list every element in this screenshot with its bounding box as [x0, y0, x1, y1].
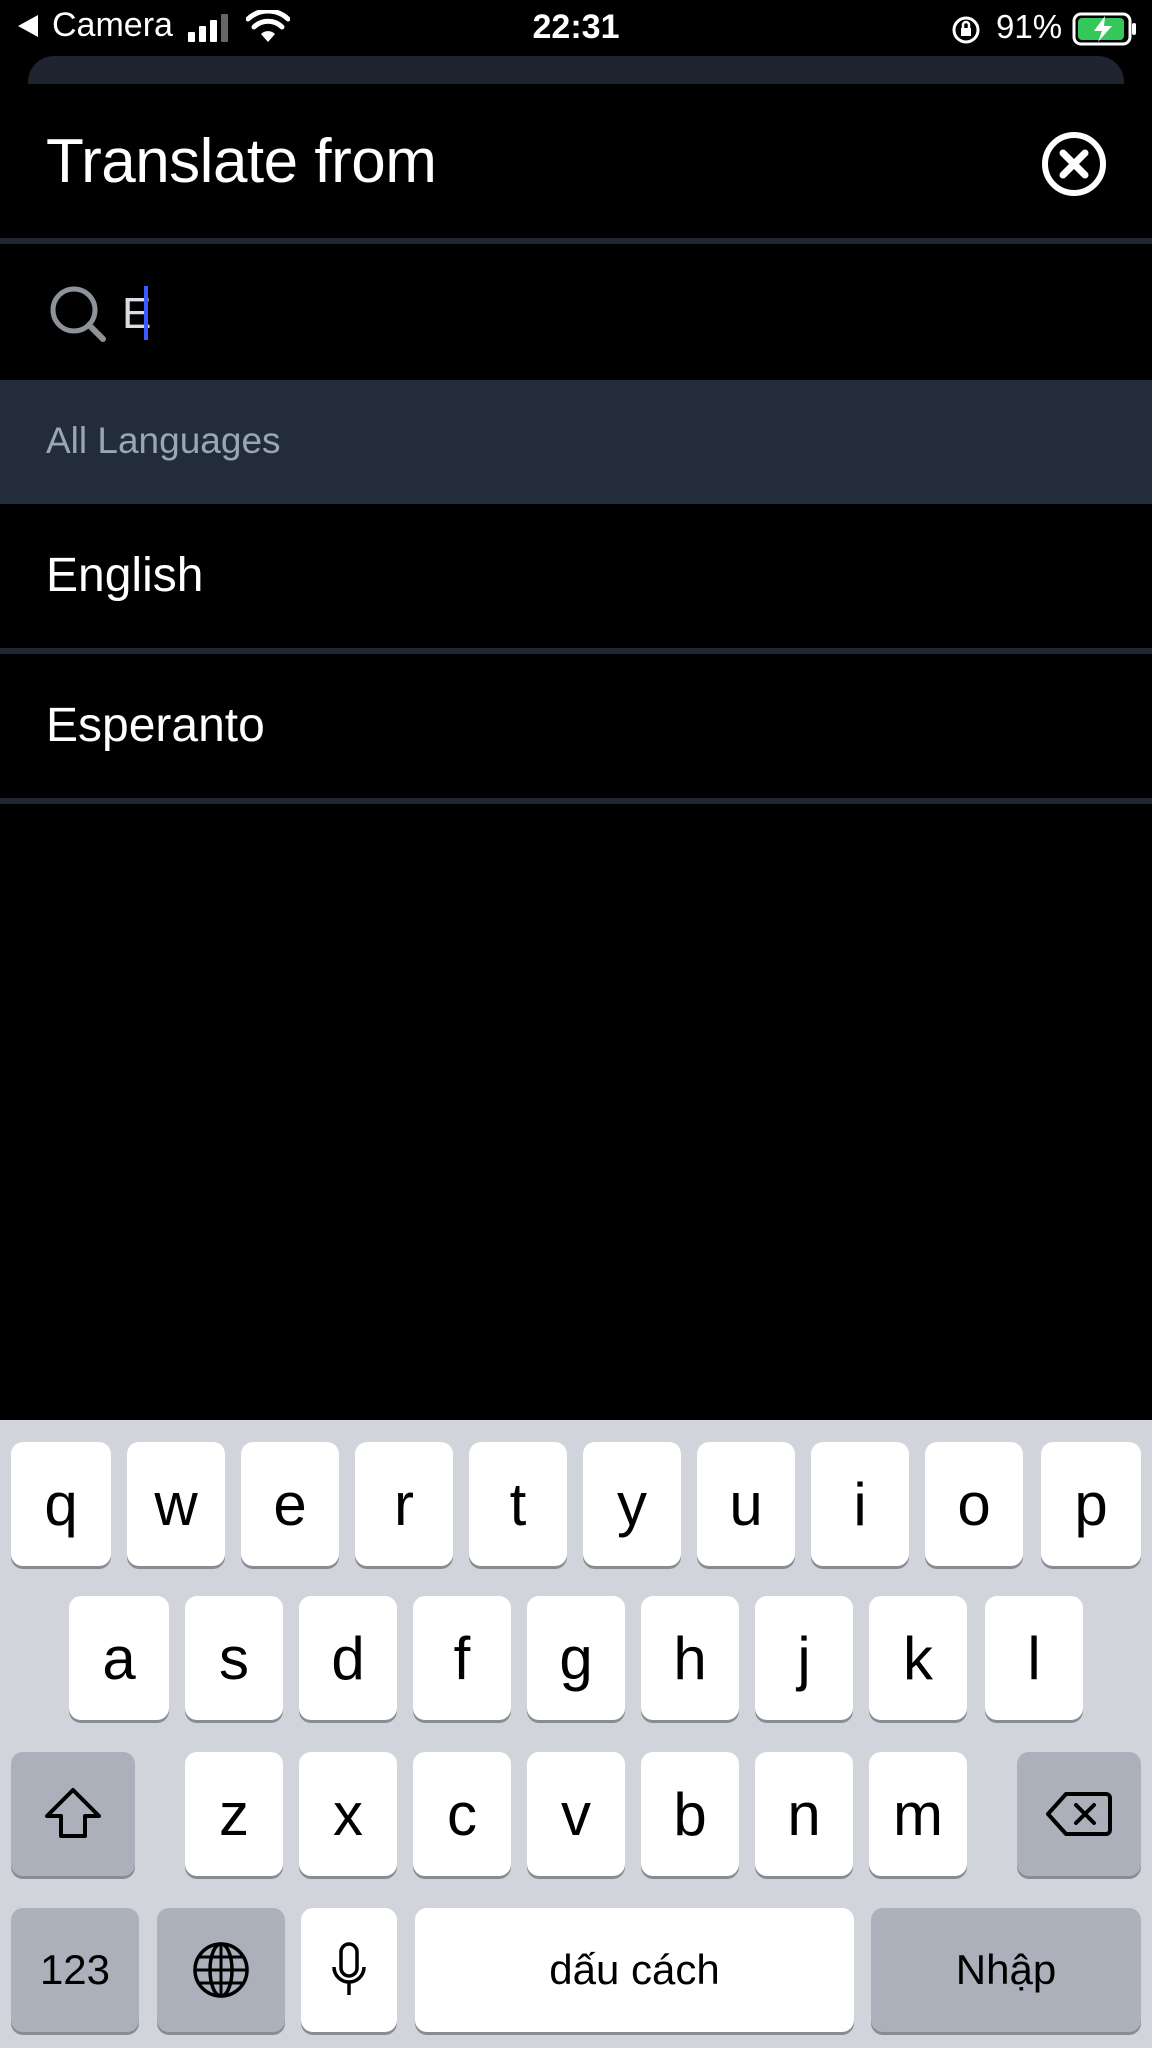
section-header-all-languages: All Languages [0, 380, 1152, 504]
key-z[interactable]: z [185, 1752, 283, 1876]
globe-key[interactable] [157, 1908, 285, 2032]
key-u[interactable]: u [697, 1442, 795, 1566]
key-c[interactable]: c [413, 1752, 511, 1876]
key-b[interactable]: b [641, 1752, 739, 1876]
key-o[interactable]: o [925, 1442, 1023, 1566]
key-r[interactable]: r [355, 1442, 453, 1566]
text-caret [144, 286, 148, 340]
key-h[interactable]: h [641, 1596, 739, 1720]
key-j[interactable]: j [755, 1596, 853, 1720]
key-e[interactable]: e [241, 1442, 339, 1566]
search-icon [50, 286, 106, 342]
battery-percent: 91% [996, 8, 1063, 45]
key-k[interactable]: k [869, 1596, 967, 1720]
battery-charging-icon [1072, 12, 1136, 46]
key-i[interactable]: i [811, 1442, 909, 1566]
dictation-key[interactable] [301, 1908, 397, 2032]
divider [0, 798, 1152, 804]
on-screen-keyboard: q w e r t y u i o p a s d f g h j k l z … [0, 1420, 1152, 2048]
language-item-esperanto[interactable]: Esperanto [0, 654, 1152, 798]
section-header-label: All Languages [46, 420, 281, 461]
rotation-lock-icon [952, 16, 980, 44]
key-m[interactable]: m [869, 1752, 967, 1876]
key-x[interactable]: x [299, 1752, 397, 1876]
key-p[interactable]: p [1041, 1442, 1141, 1566]
key-t[interactable]: t [469, 1442, 567, 1566]
shift-arrow-icon [45, 1788, 101, 1838]
language-label: English [46, 549, 204, 602]
backspace-icon [1046, 1792, 1112, 1836]
language-item-english[interactable]: English [0, 504, 1152, 648]
language-label: Esperanto [46, 699, 265, 752]
sheet-header: Translate from [0, 84, 1152, 240]
key-y[interactable]: y [583, 1442, 681, 1566]
numbers-key[interactable]: 123 [11, 1908, 139, 2032]
key-s[interactable]: s [185, 1596, 283, 1720]
key-l[interactable]: l [985, 1596, 1083, 1720]
key-d[interactable]: d [299, 1596, 397, 1720]
space-key[interactable]: dấu cách [415, 1908, 854, 2032]
page-title: Translate from [46, 127, 437, 196]
key-w[interactable]: w [127, 1442, 225, 1566]
key-v[interactable]: v [527, 1752, 625, 1876]
close-icon[interactable] [1040, 130, 1108, 198]
backspace-key[interactable] [1017, 1752, 1141, 1876]
divider [0, 238, 1152, 244]
key-f[interactable]: f [413, 1596, 511, 1720]
microphone-icon [332, 1942, 366, 1995]
search-input[interactable] [122, 284, 1022, 344]
key-n[interactable]: n [755, 1752, 853, 1876]
return-key[interactable]: Nhập [871, 1908, 1141, 2032]
key-q[interactable]: q [11, 1442, 111, 1566]
key-g[interactable]: g [527, 1596, 625, 1720]
globe-icon [193, 1942, 249, 1998]
key-a[interactable]: a [69, 1596, 169, 1720]
search-bar [0, 246, 1152, 380]
status-bar: Camera 22:31 91% [0, 0, 1152, 58]
shift-key[interactable] [11, 1752, 135, 1876]
